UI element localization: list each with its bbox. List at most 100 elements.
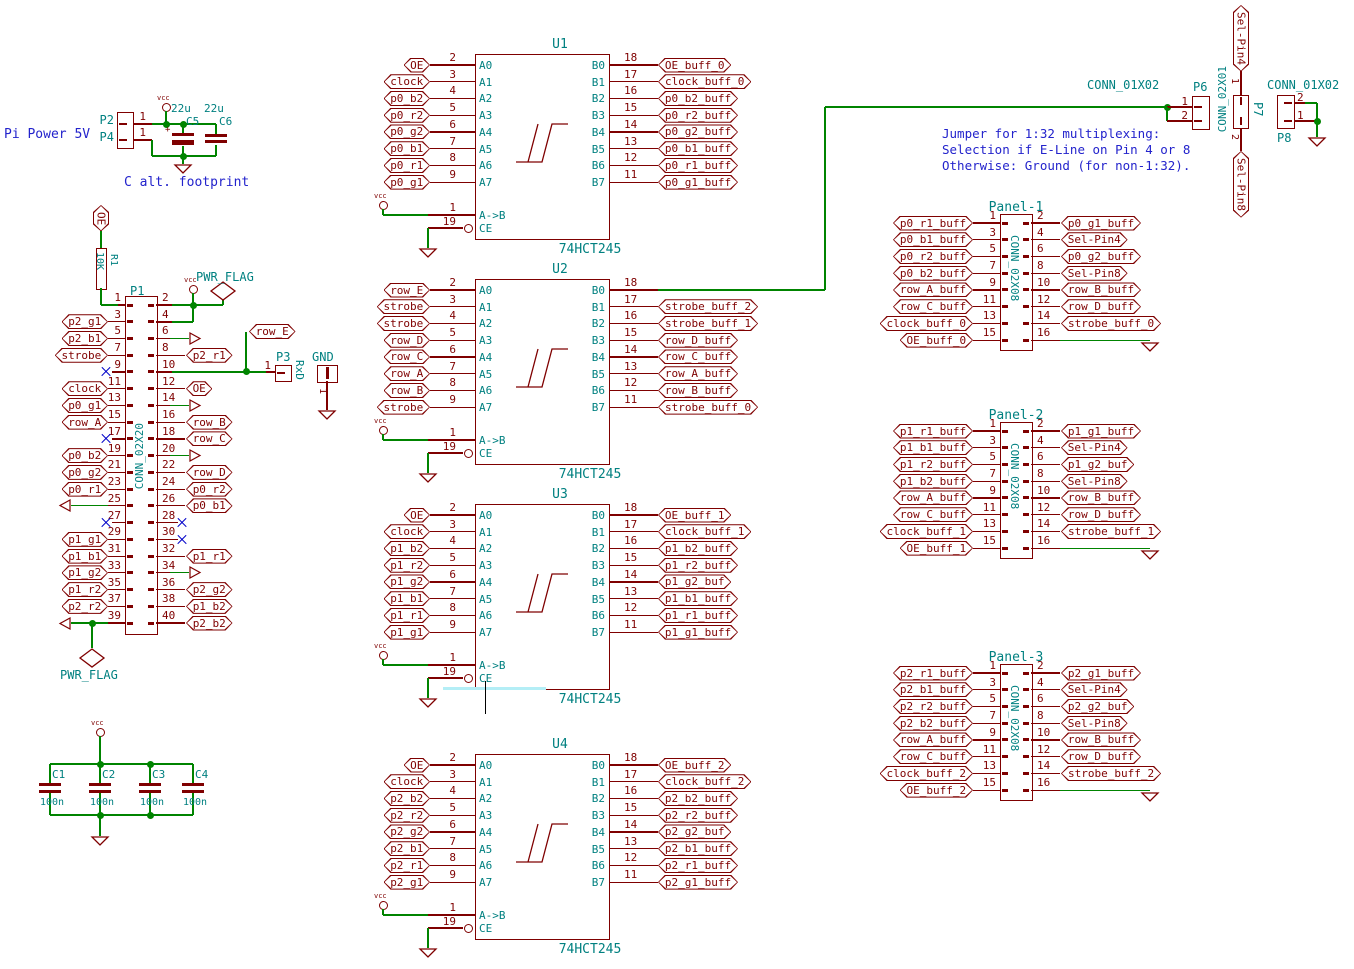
net-label-p1_r1_buff[interactable]: p1_r1_buff	[893, 424, 973, 439]
net-label-clock_buff_1[interactable]: clock_buff_1	[880, 524, 973, 539]
gnd-icon[interactable]	[1141, 550, 1159, 560]
component-value[interactable]: 100n	[40, 798, 64, 808]
net-label-p1_b2[interactable]: p1_b2	[186, 599, 233, 614]
component-value[interactable]: 100n	[90, 798, 114, 808]
ref-designator[interactable]: U1	[552, 38, 568, 51]
connector-P8-box[interactable]	[1277, 95, 1295, 129]
net-label-p0_b2_buff[interactable]: p0_b2_buff	[893, 266, 973, 281]
net-label-p2_g2[interactable]: p2_g2	[186, 582, 233, 597]
net-label-OE[interactable]: OE	[404, 508, 430, 523]
gnd-icon[interactable]	[174, 164, 192, 174]
panel-title[interactable]: Panel-3	[989, 651, 1044, 664]
gnd-icon[interactable]	[419, 473, 437, 483]
gnd-icon[interactable]	[318, 410, 336, 420]
net-label-p2_b2[interactable]: p2_b2	[186, 616, 233, 631]
net-label-p1_b1_buff[interactable]: p1_b1_buff	[893, 440, 973, 455]
net-label-Sel-Pin8[interactable]: Sel-Pin8	[1061, 266, 1128, 281]
net-label-p1_b2_buff[interactable]: p1_b2_buff	[893, 474, 973, 489]
net-label-p0_b2[interactable]: p0_b2	[384, 91, 431, 106]
net-label-p0_r1[interactable]: p0_r1	[384, 158, 431, 173]
net-label-p0_g2_buff[interactable]: p0_g2_buff	[658, 124, 738, 139]
net-label-p2_g2[interactable]: p2_g2	[384, 824, 431, 839]
net-label-OE_buff_0[interactable]: OE_buff_0	[900, 333, 973, 348]
component-value[interactable]: 100n	[140, 798, 164, 808]
net-label-p2_g2_buf[interactable]: p2_g2_buf	[1061, 699, 1134, 714]
net-label-strobe_buff_1[interactable]: strobe_buff_1	[1061, 524, 1161, 539]
net-label-row_D_buff[interactable]: row_D_buff	[658, 333, 738, 348]
net-label-p0_g2[interactable]: p0_g2	[384, 124, 431, 139]
net-label-clock_buff_0[interactable]: clock_buff_0	[658, 74, 751, 89]
net-label-row_B[interactable]: row_B	[384, 383, 431, 398]
net-label-p1_g2[interactable]: p1_g2	[384, 574, 431, 589]
component-value[interactable]: 22u	[204, 103, 224, 114]
net-label-row_C_buff[interactable]: row_C_buff	[893, 507, 973, 522]
gnd-icon[interactable]	[1308, 137, 1326, 147]
net-label-strobe_buff_0[interactable]: strobe_buff_0	[658, 400, 758, 415]
net-label-p0_r2_buff[interactable]: p0_r2_buff	[658, 108, 738, 123]
net-label-clock[interactable]: clock	[384, 774, 431, 789]
panel-title[interactable]: Panel-2	[989, 409, 1044, 422]
note-pi-power[interactable]: Pi Power 5V	[4, 128, 90, 141]
net-label-clock_buff_1[interactable]: clock_buff_1	[658, 524, 751, 539]
connector-type[interactable]: CONN_02X08	[1009, 443, 1020, 509]
net-label-p0_r1[interactable]: p0_r1	[62, 482, 109, 497]
net-label-row_D[interactable]: row_D	[186, 465, 233, 480]
pwr-flag-icon[interactable]	[79, 648, 105, 668]
net-label-clock_buff_2[interactable]: clock_buff_2	[658, 774, 751, 789]
ref-designator[interactable]: P4	[100, 131, 114, 143]
net-label-strobe_buff_1[interactable]: strobe_buff_1	[658, 316, 758, 331]
net-label-row_A_buff[interactable]: row_A_buff	[893, 490, 973, 505]
component-value[interactable]: 74HCT245	[559, 243, 622, 256]
net-label-row_D_buff[interactable]: row_D_buff	[1061, 299, 1141, 314]
connector-type[interactable]: CONN_02X08	[1009, 685, 1020, 751]
net-label-p2_r1_buff[interactable]: p2_r1_buff	[658, 858, 738, 873]
net-label-p0_r2[interactable]: p0_r2	[384, 108, 431, 123]
net-label-strobe[interactable]: strobe	[377, 316, 430, 331]
net-label-p1_g1[interactable]: p1_g1	[384, 625, 431, 640]
net-label-OE_buff_1[interactable]: OE_buff_1	[658, 508, 731, 523]
ref-designator[interactable]: U2	[552, 263, 568, 276]
net-label-Sel-Pin8[interactable]: Sel-Pin8	[1061, 716, 1128, 731]
net-label-strobe_buff_0[interactable]: strobe_buff_0	[1061, 316, 1161, 331]
net-label-row_B_buff[interactable]: row_B_buff	[1061, 490, 1141, 505]
net-label-row_A[interactable]: row_A	[384, 366, 431, 381]
note-jumper-line1[interactable]: Jumper for 1:32 multiplexing:	[942, 128, 1160, 141]
component-value[interactable]: 74HCT245	[559, 693, 622, 706]
panel-title[interactable]: Panel-1	[989, 201, 1044, 214]
net-label-p1_r1[interactable]: p1_r1	[384, 608, 431, 623]
net-label-OE[interactable]: OE	[186, 381, 212, 396]
net-label-p2_g1[interactable]: p2_g1	[384, 875, 431, 890]
net-label-p2_r2[interactable]: p2_r2	[62, 599, 109, 614]
net-label-OE_buff_2[interactable]: OE_buff_2	[658, 758, 731, 773]
net-label-p1_r2[interactable]: p1_r2	[384, 558, 431, 573]
net-label-p2_b1[interactable]: p2_b1	[384, 841, 431, 856]
net-label-p2_b1[interactable]: p2_b1	[62, 331, 109, 346]
net-label-p0_b1[interactable]: p0_b1	[384, 141, 431, 156]
net-label-p0_g2_buff[interactable]: p0_g2_buff	[1061, 249, 1141, 264]
gnd-icon[interactable]	[1141, 342, 1159, 352]
net-label-strobe[interactable]: strobe	[377, 299, 430, 314]
net-label-p2_r2[interactable]: p2_r2	[384, 808, 431, 823]
net-label-strobe[interactable]: strobe	[55, 348, 108, 363]
net-label-row_A_buff[interactable]: row_A_buff	[658, 366, 738, 381]
ref-designator[interactable]: C4	[195, 769, 208, 780]
gnd-icon[interactable]	[419, 248, 437, 258]
net-label-p1_g1_buff[interactable]: p1_g1_buff	[1061, 424, 1141, 439]
net-label-OE[interactable]: OE	[93, 205, 109, 231]
net-label-p2_g1[interactable]: p2_g1	[62, 314, 109, 329]
pwr-flag-icon[interactable]	[210, 281, 236, 301]
connector-type[interactable]: CONN_01X02	[1267, 79, 1339, 91]
net-label-p1_b2[interactable]: p1_b2	[384, 541, 431, 556]
net-label-row_D_buff[interactable]: row_D_buff	[1061, 507, 1141, 522]
ref-designator[interactable]: C5	[186, 116, 199, 127]
net-label-Sel-Pin8[interactable]: Sel-Pin8	[1061, 474, 1128, 489]
net-label-row_E[interactable]: row_E	[384, 283, 431, 298]
net-label-OE_buff_0[interactable]: OE_buff_0	[658, 58, 731, 73]
net-label-clock[interactable]: clock	[384, 74, 431, 89]
ref-designator[interactable]: GND	[312, 351, 334, 363]
ref-designator[interactable]: P8	[1277, 132, 1291, 144]
net-label-clock_buff_2[interactable]: clock_buff_2	[880, 766, 973, 781]
net-label-row_B_buff[interactable]: row_B_buff	[658, 383, 738, 398]
net-label-row_A_buff[interactable]: row_A_buff	[893, 732, 973, 747]
connector-type[interactable]: CONN_02X08	[1009, 235, 1020, 301]
